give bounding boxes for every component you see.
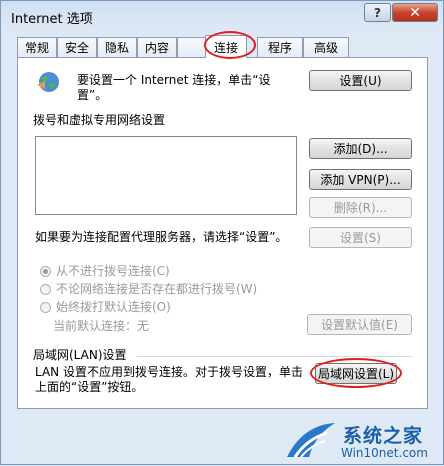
add-vpn-button[interactable]: 添加 VPN(P)...: [309, 169, 412, 190]
lan-divider: [137, 356, 412, 357]
proxy-text: 如果要为连接配置代理服务器，请选择“设置”。: [35, 230, 288, 244]
radio-always-dial-label: 始终拨打默认连接(O): [56, 300, 171, 314]
radio-dial-when-no-network[interactable]: [40, 284, 51, 295]
setup-button[interactable]: 设置(U): [309, 70, 412, 91]
tab-content[interactable]: 内容: [137, 37, 177, 57]
current-default-text: 当前默认连接：无: [53, 319, 150, 333]
globe-icon: [37, 72, 59, 92]
tab-security[interactable]: 安全: [57, 37, 97, 57]
proxy-settings-button[interactable]: 设置(S): [309, 227, 412, 248]
lan-text-line1: LAN 设置不应用到拨号连接。对于拨号设置，单击: [35, 365, 303, 379]
internet-options-window: Internet 选项 ? ✕ 常规 安全 隐私 内容 连接 程序 高级 要设置…: [0, 0, 444, 465]
title-bar: Internet 选项 ? ✕: [1, 1, 443, 33]
tab-programs[interactable]: 程序: [257, 37, 303, 57]
watermark-logo-icon: [287, 423, 335, 458]
highlight-ring-connections-tab: [204, 31, 256, 59]
highlight-ring-lan-button: [310, 358, 402, 388]
watermark-url: Win10net.com: [341, 446, 428, 460]
site-watermark: 系统之家 Win10net.com: [277, 415, 444, 466]
window-title: Internet 选项: [11, 12, 93, 27]
tab-advanced[interactable]: 高级: [303, 37, 349, 57]
radio-never-dial-label: 从不进行拨号连接(C): [56, 264, 170, 278]
watermark-name: 系统之家: [343, 425, 424, 447]
dialup-heading: 拨号和虚拟专用网络设置: [33, 113, 166, 127]
tab-privacy[interactable]: 隐私: [97, 37, 137, 57]
remove-button[interactable]: 删除(R)...: [309, 197, 412, 218]
lan-heading: 局域网(LAN)设置: [33, 348, 127, 362]
radio-always-dial[interactable]: [40, 302, 51, 313]
lan-text-line2: 上面的“设置”按钮。: [35, 380, 144, 394]
radio-never-dial[interactable]: [40, 266, 51, 277]
setup-text-line2: 置”。: [77, 88, 108, 102]
add-button[interactable]: 添加(D)...: [309, 138, 412, 159]
connections-listbox[interactable]: [35, 136, 297, 215]
tab-general[interactable]: 常规: [17, 37, 57, 57]
close-button[interactable]: ✕: [392, 3, 438, 22]
help-button[interactable]: ?: [364, 3, 391, 22]
setup-text-line1: 要设置一个 Internet 连接，单击“设: [77, 73, 271, 87]
set-default-button[interactable]: 设置默认值(E): [307, 314, 412, 335]
radio-dial-when-no-network-label: 不论网络连接是否存在都进行拨号(W): [56, 282, 258, 296]
